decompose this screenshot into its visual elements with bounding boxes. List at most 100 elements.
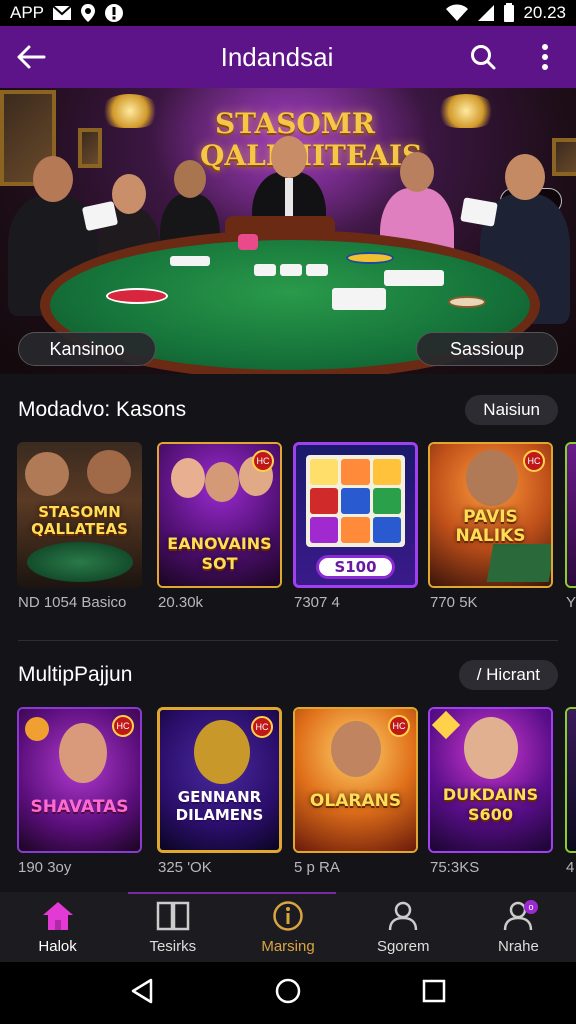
playing-card — [460, 197, 498, 227]
game-caption: 190 3oy — [18, 859, 72, 876]
game-tile[interactable]: HC PAVIS NALIKS — [428, 442, 553, 588]
game-caption: 4 — [566, 859, 575, 876]
game-caption: 325 'OK — [158, 859, 212, 876]
game-tile[interactable] — [565, 707, 576, 853]
game-title: DUKDAINS S600 — [442, 785, 539, 824]
hero-left-pill[interactable]: Kansinoo — [18, 332, 156, 366]
game-title: SHAVATAS — [30, 797, 129, 817]
game-title: EANOVAINS SOT — [167, 534, 272, 573]
nav-item-sgorem[interactable]: Sgorem — [346, 892, 461, 962]
chip-stack — [106, 288, 168, 304]
wall-painting — [78, 128, 102, 168]
character-image — [466, 450, 518, 506]
hero-right-pill[interactable]: Sassioup — [416, 332, 558, 366]
section-title: Modadvo: Kasons — [18, 398, 187, 421]
section-header: Modadvo: Kasons Naisiun — [0, 390, 576, 430]
nav-label: Tesirks — [149, 937, 197, 955]
player-image — [87, 450, 131, 494]
playing-card — [280, 264, 302, 276]
carrier-label: APP — [10, 3, 45, 22]
search-button[interactable] — [452, 26, 514, 88]
circle-home-icon — [275, 978, 301, 1003]
section-action-button[interactable]: Naisiun — [465, 395, 558, 425]
mail-icon — [52, 4, 72, 22]
game-row: HC SHAVATAS 190 3oy HC GENNANR DILAMENS … — [0, 707, 576, 887]
slot-reels — [306, 455, 405, 547]
game-caption: ND 1054 Basico — [18, 594, 127, 611]
system-navigation-bar — [0, 962, 576, 1024]
chip-stack — [238, 234, 258, 250]
game-title: S100 — [334, 558, 377, 576]
chip-stack — [346, 252, 394, 264]
hot-badge: HC — [112, 715, 134, 737]
character-image — [205, 462, 239, 502]
back-button[interactable] — [0, 26, 62, 88]
system-recents-button[interactable] — [422, 979, 446, 1008]
roulette-image — [27, 542, 133, 582]
info-icon — [273, 900, 303, 931]
hot-badge: HC — [251, 716, 273, 738]
person-icon — [388, 901, 418, 930]
game-tile[interactable]: HC OLARANS — [293, 707, 418, 853]
character-image — [331, 721, 381, 777]
app-bar: Indandsai — [0, 26, 576, 88]
nav-label: Halok — [38, 937, 77, 955]
character-image — [194, 720, 250, 784]
chandelier-image — [436, 94, 496, 128]
bottom-navigation: Halok Tesirks Marsing Sgorem o Nrahe — [0, 892, 576, 962]
nav-item-nrahe[interactable]: o Nrahe — [461, 892, 576, 962]
section-header: MultipPajjun / Hicrant — [0, 655, 576, 695]
game-tile[interactable]: S100 — [293, 442, 418, 588]
game-caption: 7307 4 — [294, 594, 340, 611]
game-tile[interactable]: STASOMN QALLATEAS — [17, 442, 142, 588]
battery-icon — [503, 3, 515, 23]
game-caption: 75:3KS — [430, 859, 480, 876]
hero-banner[interactable]: STASOMR QALLHITEAIS Storn Kansinoo Sassi… — [0, 88, 576, 374]
nav-item-marsing[interactable]: Marsing — [230, 892, 345, 962]
book-icon — [156, 901, 190, 930]
game-caption: 770 5K — [430, 594, 478, 611]
playing-card — [332, 288, 386, 310]
game-title: PAVIS NALIKS — [455, 507, 526, 546]
nav-item-tesirks[interactable]: Tesirks — [115, 892, 230, 962]
notification-badge: o — [524, 900, 539, 914]
character-image — [171, 458, 205, 498]
board-image — [486, 544, 551, 582]
hot-badge: HC — [523, 450, 545, 472]
nav-item-home[interactable]: Halok — [0, 892, 115, 962]
game-art — [567, 444, 576, 586]
chip-stack — [448, 296, 486, 308]
player-image — [25, 452, 69, 496]
alert-icon — [104, 3, 124, 23]
game-tile[interactable]: HC EANOVAINS SOT — [157, 442, 282, 588]
game-row: STASOMN QALLATEAS ND 1054 Basico HC EANO… — [0, 442, 576, 622]
clock: 20.23 — [523, 3, 566, 22]
playing-card — [170, 256, 210, 266]
wifi-icon — [445, 4, 469, 22]
game-tile[interactable] — [565, 442, 576, 588]
game-caption: 5 p RA — [294, 859, 340, 876]
system-home-button[interactable] — [275, 978, 301, 1009]
game-caption: Y — [566, 594, 576, 611]
game-tile[interactable]: DUKDAINS S600 — [428, 707, 553, 853]
system-back-button[interactable] — [130, 978, 154, 1009]
signal-icon — [477, 4, 495, 22]
game-caption: 20.30k — [158, 594, 204, 611]
wall-painting — [552, 138, 576, 176]
section-divider — [18, 640, 558, 641]
section-action-button[interactable]: / Hicrant — [458, 660, 558, 690]
game-title: GENNANR DILAMENS — [175, 788, 264, 824]
playing-card — [306, 264, 328, 276]
nav-label: Sgorem — [376, 937, 430, 955]
game-tile[interactable]: HC GENNANR DILAMENS — [157, 707, 282, 853]
nav-label: Marsing — [261, 937, 315, 955]
more-options-button[interactable] — [514, 26, 576, 88]
game-title: STASOMN QALLATEAS — [31, 503, 128, 538]
hot-badge: HC — [388, 715, 410, 737]
page-title: Indandsai — [220, 41, 334, 72]
square-recents-icon — [422, 979, 445, 1002]
game-title: OLARANS — [309, 791, 402, 811]
search-icon — [471, 45, 496, 70]
game-tile[interactable]: HC SHAVATAS — [17, 707, 142, 853]
nav-label: Nrahe — [497, 937, 539, 955]
